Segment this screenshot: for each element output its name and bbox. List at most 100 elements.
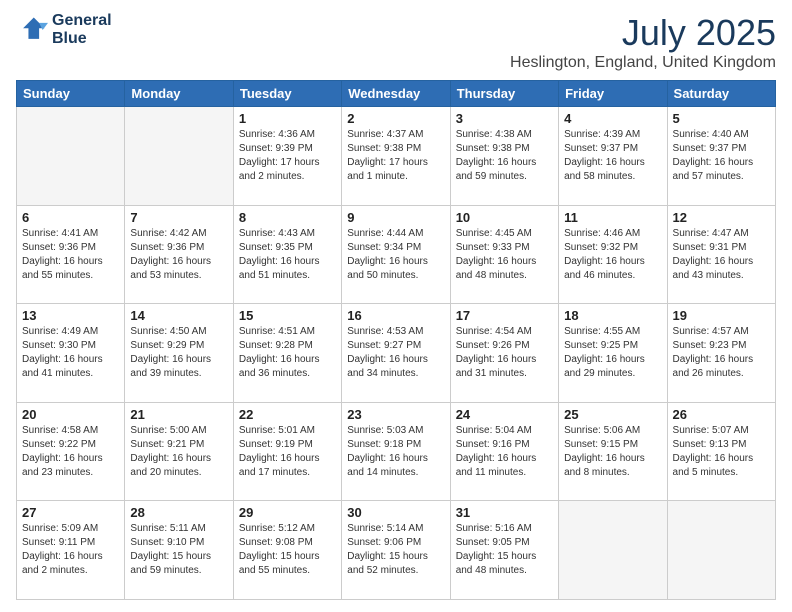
day-info: Sunrise: 5:03 AMSunset: 9:18 PMDaylight:…: [347, 424, 444, 480]
calendar-cell: 9 Sunrise: 4:44 AMSunset: 9:34 PMDaylight…: [342, 205, 450, 304]
calendar-week-row: 6 Sunrise: 4:41 AMSunset: 9:36 PMDaylight…: [17, 205, 776, 304]
calendar-cell: 7 Sunrise: 4:42 AMSunset: 9:36 PMDaylight…: [125, 205, 233, 304]
weekday-header: Tuesday: [233, 81, 341, 107]
day-info: Sunrise: 5:06 AMSunset: 9:15 PMDaylight:…: [564, 424, 661, 480]
main-title: July 2025: [510, 12, 776, 54]
day-number: 27: [22, 505, 119, 520]
day-number: 21: [130, 407, 227, 422]
day-number: 22: [239, 407, 336, 422]
day-number: 7: [130, 210, 227, 225]
logo-text: General Blue: [52, 12, 112, 47]
logo: General Blue: [16, 12, 112, 47]
day-number: 6: [22, 210, 119, 225]
calendar-cell: 3 Sunrise: 4:38 AMSunset: 9:38 PMDaylight…: [450, 107, 558, 206]
page-header: General Blue July 2025 Heslington, Engla…: [16, 12, 776, 72]
day-number: 2: [347, 111, 444, 126]
day-number: 4: [564, 111, 661, 126]
logo-icon: [16, 14, 48, 46]
day-number: 29: [239, 505, 336, 520]
calendar-cell: 12 Sunrise: 4:47 AMSunset: 9:31 PMDayligh…: [667, 205, 775, 304]
calendar-cell: 22 Sunrise: 5:01 AMSunset: 9:19 PMDayligh…: [233, 402, 341, 501]
day-info: Sunrise: 4:40 AMSunset: 9:37 PMDaylight:…: [673, 128, 770, 184]
day-info: Sunrise: 4:37 AMSunset: 9:38 PMDaylight:…: [347, 128, 444, 184]
day-info: Sunrise: 4:38 AMSunset: 9:38 PMDaylight:…: [456, 128, 553, 184]
day-info: Sunrise: 4:50 AMSunset: 9:29 PMDaylight:…: [130, 325, 227, 381]
day-info: Sunrise: 4:49 AMSunset: 9:30 PMDaylight:…: [22, 325, 119, 381]
day-info: Sunrise: 4:55 AMSunset: 9:25 PMDaylight:…: [564, 325, 661, 381]
calendar-cell: 5 Sunrise: 4:40 AMSunset: 9:37 PMDaylight…: [667, 107, 775, 206]
calendar-cell: [559, 501, 667, 600]
calendar-cell: 15Sunrise: 4:51 AMSunset: 9:28 PMDayligh…: [233, 304, 341, 403]
calendar-cell: 14 Sunrise: 4:50 AMSunset: 9:29 PMDayligh…: [125, 304, 233, 403]
day-info: Sunrise: 5:07 AMSunset: 9:13 PMDaylight:…: [673, 424, 770, 480]
calendar-week-row: 27 Sunrise: 5:09 AMSunset: 9:11 PMDayligh…: [17, 501, 776, 600]
weekday-header: Saturday: [667, 81, 775, 107]
day-number: 3: [456, 111, 553, 126]
day-number: 5: [673, 111, 770, 126]
weekday-header: Thursday: [450, 81, 558, 107]
day-number: 31: [456, 505, 553, 520]
day-info: Sunrise: 4:46 AMSunset: 9:32 PMDaylight:…: [564, 227, 661, 283]
day-info: Sunrise: 5:04 AMSunset: 9:16 PMDaylight:…: [456, 424, 553, 480]
day-info: Sunrise: 4:44 AMSunset: 9:34 PMDaylight:…: [347, 227, 444, 283]
calendar-table: SundayMondayTuesdayWednesdayThursdayFrid…: [16, 80, 776, 600]
day-info: Sunrise: 4:41 AMSunset: 9:36 PMDaylight:…: [22, 227, 119, 283]
day-number: 13: [22, 308, 119, 323]
day-number: 20: [22, 407, 119, 422]
calendar-cell: 6 Sunrise: 4:41 AMSunset: 9:36 PMDaylight…: [17, 205, 125, 304]
day-info: Sunrise: 4:39 AMSunset: 9:37 PMDaylight:…: [564, 128, 661, 184]
calendar-cell: 20 Sunrise: 4:58 AMSunset: 9:22 PMDayligh…: [17, 402, 125, 501]
day-number: 17: [456, 308, 553, 323]
day-number: 26: [673, 407, 770, 422]
day-number: 16: [347, 308, 444, 323]
day-info: Sunrise: 4:47 AMSunset: 9:31 PMDaylight:…: [673, 227, 770, 283]
day-info: Sunrise: 4:42 AMSunset: 9:36 PMDaylight:…: [130, 227, 227, 283]
day-number: 9: [347, 210, 444, 225]
day-info: Sunrise: 4:51 AMSunset: 9:28 PMDaylight:…: [239, 325, 336, 381]
day-info: Sunrise: 5:12 AMSunset: 9:08 PMDaylight:…: [239, 522, 336, 578]
calendar-cell: 24 Sunrise: 5:04 AMSunset: 9:16 PMDayligh…: [450, 402, 558, 501]
weekday-header: Wednesday: [342, 81, 450, 107]
calendar-cell: 11Sunrise: 4:46 AMSunset: 9:32 PMDayligh…: [559, 205, 667, 304]
day-info: Sunrise: 5:09 AMSunset: 9:11 PMDaylight:…: [22, 522, 119, 578]
day-info: Sunrise: 4:45 AMSunset: 9:33 PMDaylight:…: [456, 227, 553, 283]
day-info: Sunrise: 5:01 AMSunset: 9:19 PMDaylight:…: [239, 424, 336, 480]
day-number: 8: [239, 210, 336, 225]
calendar-cell: 8 Sunrise: 4:43 AMSunset: 9:35 PMDaylight…: [233, 205, 341, 304]
day-info: Sunrise: 4:36 AMSunset: 9:39 PMDaylight:…: [239, 128, 336, 184]
calendar-cell: [17, 107, 125, 206]
day-info: Sunrise: 4:53 AMSunset: 9:27 PMDaylight:…: [347, 325, 444, 381]
calendar-cell: [125, 107, 233, 206]
day-info: Sunrise: 4:58 AMSunset: 9:22 PMDaylight:…: [22, 424, 119, 480]
day-number: 12: [673, 210, 770, 225]
day-number: 19: [673, 308, 770, 323]
day-info: Sunrise: 4:57 AMSunset: 9:23 PMDaylight:…: [673, 325, 770, 381]
calendar-cell: 19 Sunrise: 4:57 AMSunset: 9:23 PMDayligh…: [667, 304, 775, 403]
calendar-cell: 23Sunrise: 5:03 AMSunset: 9:18 PMDayligh…: [342, 402, 450, 501]
weekday-header: Monday: [125, 81, 233, 107]
day-number: 14: [130, 308, 227, 323]
calendar-week-row: 13 Sunrise: 4:49 AMSunset: 9:30 PMDayligh…: [17, 304, 776, 403]
calendar-cell: 26 Sunrise: 5:07 AMSunset: 9:13 PMDayligh…: [667, 402, 775, 501]
calendar-cell: [667, 501, 775, 600]
calendar-cell: 18Sunrise: 4:55 AMSunset: 9:25 PMDayligh…: [559, 304, 667, 403]
calendar-cell: 29 Sunrise: 5:12 AMSunset: 9:08 PMDayligh…: [233, 501, 341, 600]
calendar-cell: 31 Sunrise: 5:16 AMSunset: 9:05 PMDayligh…: [450, 501, 558, 600]
weekday-header: Friday: [559, 81, 667, 107]
day-number: 1: [239, 111, 336, 126]
calendar-cell: 27 Sunrise: 5:09 AMSunset: 9:11 PMDayligh…: [17, 501, 125, 600]
calendar-cell: 13 Sunrise: 4:49 AMSunset: 9:30 PMDayligh…: [17, 304, 125, 403]
day-info: Sunrise: 5:14 AMSunset: 9:06 PMDaylight:…: [347, 522, 444, 578]
day-info: Sunrise: 5:11 AMSunset: 9:10 PMDaylight:…: [130, 522, 227, 578]
day-info: Sunrise: 5:16 AMSunset: 9:05 PMDaylight:…: [456, 522, 553, 578]
day-number: 24: [456, 407, 553, 422]
day-number: 10: [456, 210, 553, 225]
calendar-cell: 2 Sunrise: 4:37 AMSunset: 9:38 PMDaylight…: [342, 107, 450, 206]
calendar-week-row: 1 Sunrise: 4:36 AMSunset: 9:39 PMDaylight…: [17, 107, 776, 206]
weekday-header: Sunday: [17, 81, 125, 107]
calendar-cell: 21Sunrise: 5:00 AMSunset: 9:21 PMDayligh…: [125, 402, 233, 501]
day-info: Sunrise: 4:43 AMSunset: 9:35 PMDaylight:…: [239, 227, 336, 283]
calendar-cell: 28Sunrise: 5:11 AMSunset: 9:10 PMDayligh…: [125, 501, 233, 600]
calendar-cell: 16 Sunrise: 4:53 AMSunset: 9:27 PMDayligh…: [342, 304, 450, 403]
calendar-header-row: SundayMondayTuesdayWednesdayThursdayFrid…: [17, 81, 776, 107]
